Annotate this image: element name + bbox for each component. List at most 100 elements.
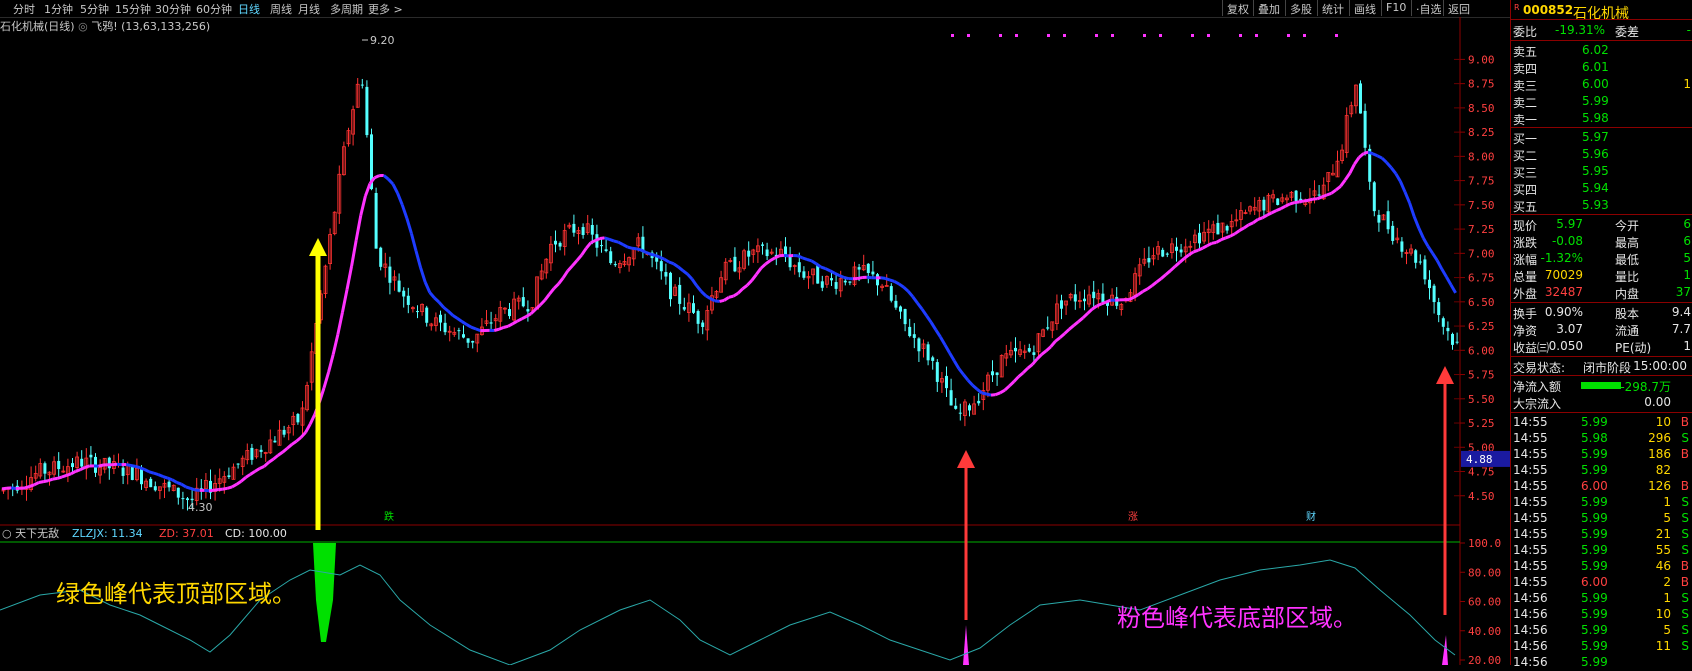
ma-segment: [549, 288, 554, 294]
ma-segment: [508, 324, 513, 327]
ind-tick-label: 20.00: [1468, 654, 1501, 665]
stat2-value-2: 9.4: [1672, 305, 1691, 319]
candle-body: [1400, 241, 1403, 251]
candle-body: [425, 308, 428, 323]
ma-segment: [1331, 190, 1336, 193]
ask-volume: 1: [1683, 77, 1691, 91]
bid-price: 5.95: [1582, 164, 1609, 178]
ma-segment: [821, 267, 826, 269]
ma-segment: [287, 444, 292, 448]
low-label: 4.30: [188, 501, 213, 514]
ma-segment: [1405, 192, 1410, 203]
ma-segment: [43, 481, 48, 482]
stat-label: 涨幅: [1513, 251, 1537, 268]
ma-segment: [609, 239, 614, 241]
candle-body: [766, 250, 769, 257]
ma-segment: [678, 267, 683, 271]
ma-segment: [1074, 322, 1079, 326]
ma-segment: [158, 475, 163, 477]
price-tick-label: 6.25: [1468, 320, 1495, 333]
ma-segment: [1410, 203, 1415, 217]
ma-segment: [135, 466, 140, 467]
bid-label: 买五: [1513, 198, 1537, 215]
price-tick-label: 6.75: [1468, 272, 1495, 285]
stat-row: 现价5.97今开6: [1511, 216, 1692, 233]
ma-segment: [733, 293, 738, 296]
candle-body: [1161, 250, 1164, 257]
ma-segment: [559, 278, 564, 284]
ma-segment: [1180, 258, 1185, 262]
bid-label: 买四: [1513, 181, 1537, 198]
ma-segment: [720, 300, 725, 301]
stat2-label: 换手: [1513, 305, 1537, 322]
ma-segment: [145, 469, 150, 471]
candle-body: [733, 257, 736, 271]
signal-dot: [1239, 34, 1242, 37]
ma-segment: [1055, 338, 1060, 342]
candle-body: [761, 244, 764, 245]
pink-peak-left: [963, 625, 969, 665]
ma-segment: [1354, 158, 1359, 165]
price-tick-label: 5.25: [1468, 417, 1495, 430]
ma-segment: [1032, 359, 1037, 364]
stat-row: 涨跌-0.08最高6: [1511, 233, 1692, 250]
price-tick-label: 9.00: [1468, 53, 1495, 66]
candle-body: [283, 430, 286, 435]
candle-body: [977, 401, 980, 403]
ma-segment: [1276, 209, 1281, 211]
candle-body: [122, 468, 125, 476]
panel-separator: [1511, 375, 1692, 376]
ma-segment: [1359, 153, 1364, 157]
ma-segment: [1101, 302, 1106, 304]
ma-segment: [1391, 168, 1396, 174]
candle-body: [149, 479, 152, 487]
ma-segment: [453, 315, 458, 318]
signal-dot: [1159, 34, 1162, 37]
candle-body: [191, 499, 194, 500]
tick-time: 14:56: [1513, 591, 1548, 605]
ma-segment: [375, 176, 380, 178]
panel-separator: [1511, 40, 1692, 41]
ma-segment: [894, 281, 899, 284]
price-tick-label: 7.00: [1468, 247, 1495, 260]
kline-chart[interactable]: 4.504.755.005.255.505.756.006.256.506.75…: [0, 0, 1510, 665]
candle-body: [1083, 299, 1086, 302]
indicator-legend-0: ZLZJX: 11.34: [72, 527, 143, 540]
ma-segment: [904, 287, 909, 291]
tick-price: 5.99: [1581, 655, 1608, 669]
ma-segment: [186, 487, 191, 489]
ma-segment: [1083, 313, 1088, 317]
ma-segment: [784, 255, 789, 256]
price-tick-label: 4.75: [1468, 466, 1495, 479]
candle-body: [186, 498, 189, 500]
ind-tick-label: 100.0: [1468, 537, 1501, 550]
ma-segment: [825, 269, 830, 271]
ma-segment: [421, 268, 426, 282]
stat-label-2: 内盘: [1615, 285, 1639, 302]
tick-volume: 2: [1663, 575, 1671, 589]
candle-body: [375, 193, 378, 249]
ma-segment: [76, 470, 81, 472]
weicha-value: -: [1687, 23, 1691, 37]
candle-body: [683, 307, 686, 309]
candle-body: [1391, 226, 1394, 241]
candle-body: [917, 338, 920, 351]
candle-body: [678, 285, 681, 304]
weibi-label: 委比: [1513, 23, 1537, 40]
ma-segment: [1042, 351, 1047, 355]
tick-time: 14:55: [1513, 415, 1548, 429]
ma-segment: [384, 175, 389, 179]
signal-dot: [1143, 34, 1146, 37]
ma-segment: [545, 294, 550, 300]
ma-segment: [1437, 260, 1442, 269]
ma-segment: [1092, 306, 1097, 309]
tick-side: S: [1681, 623, 1689, 637]
ind-tick-label: 80.00: [1468, 566, 1501, 579]
ma-segment: [1069, 325, 1074, 329]
tick-price: 5.99: [1581, 415, 1608, 429]
trade-status-value: 闭市阶段: [1583, 359, 1631, 376]
ma-segment: [1446, 277, 1451, 285]
ma-segment: [1428, 246, 1433, 253]
ma-segment: [628, 247, 633, 248]
ma-segment: [1051, 341, 1056, 346]
